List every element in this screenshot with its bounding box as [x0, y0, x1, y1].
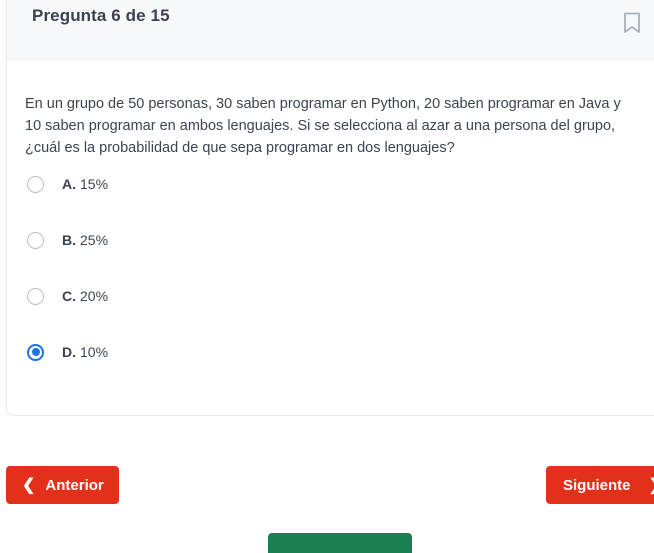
option-b[interactable]: B. 25%: [24, 225, 624, 255]
bottom-action-button[interactable]: [268, 533, 412, 553]
option-letter: D.: [62, 344, 76, 360]
radio-option-c[interactable]: [27, 287, 44, 305]
option-text: 15%: [80, 176, 109, 192]
question-header: Pregunta 6 de 15: [7, 0, 654, 60]
question-text: En un grupo de 50 personas, 30 saben pro…: [25, 96, 621, 156]
option-letter: A.: [62, 176, 76, 192]
radio-option-d[interactable]: [27, 343, 44, 361]
previous-label: Anterior: [45, 476, 104, 494]
question-title: Pregunta 6 de 15: [32, 6, 170, 25]
option-letter: B.: [62, 232, 76, 248]
bookmark-icon[interactable]: [623, 12, 643, 36]
next-button[interactable]: Siguiente ❯: [546, 466, 654, 504]
option-d[interactable]: D. 10%: [24, 337, 624, 367]
next-label: Siguiente: [563, 476, 631, 494]
chevron-left-icon: ❮: [22, 477, 36, 494]
option-a[interactable]: A. 15%: [24, 169, 624, 199]
radio-option-b[interactable]: [27, 231, 44, 249]
option-c[interactable]: C. 20%: [24, 281, 624, 311]
option-text: 10%: [80, 344, 109, 360]
chevron-right-icon: ❯: [649, 475, 654, 495]
radio-option-a[interactable]: [27, 175, 44, 193]
option-letter: C.: [62, 288, 76, 304]
option-text: 20%: [80, 288, 109, 304]
option-text: 25%: [80, 232, 109, 248]
previous-button[interactable]: ❮ Anterior: [6, 466, 119, 504]
